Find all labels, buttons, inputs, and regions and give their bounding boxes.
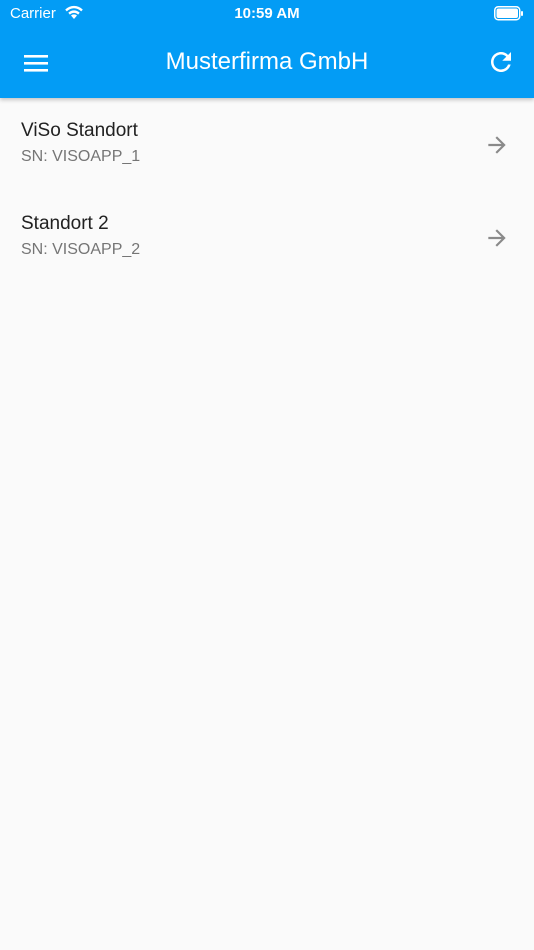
- arrow-right-icon: [488, 229, 506, 247]
- arrow-right-icon: [488, 136, 506, 154]
- location-name: Standort 2: [21, 213, 109, 234]
- location-list: ViSo Standort SN: VISOAPP_1 Standort 2 S…: [0, 98, 534, 284]
- refresh-button[interactable]: [486, 47, 516, 77]
- page-title: Musterfirma GmbH: [165, 48, 369, 75]
- location-item[interactable]: Standort 2 SN: VISOAPP_2: [0, 191, 534, 284]
- app-bar: Musterfirma GmbH: [0, 28, 534, 98]
- battery-icon: [494, 6, 524, 25]
- app-header: Carrier 10:59 AM Musterfirma GmbH: [0, 0, 534, 98]
- location-serial: SN: VISOAPP_1: [21, 148, 141, 165]
- status-bar: Carrier 10:59 AM: [0, 0, 534, 28]
- refresh-icon: [491, 52, 511, 72]
- location-item[interactable]: ViSo Standort SN: VISOAPP_1: [0, 98, 534, 191]
- location-name: ViSo Standort: [21, 120, 138, 141]
- location-serial: SN: VISOAPP_2: [21, 241, 141, 258]
- status-time: 10:59 AM: [234, 5, 300, 22]
